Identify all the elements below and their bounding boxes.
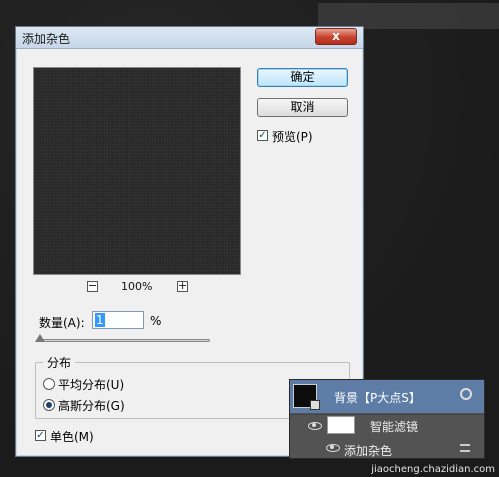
uniform-label: 平均分布(U) [58, 378, 125, 392]
layer-name: 背景【P大点S】 [334, 391, 421, 405]
uniform-radio[interactable] [43, 378, 55, 390]
zoom-in-button[interactable]: + [177, 280, 188, 292]
close-button[interactable]: x [315, 28, 357, 45]
amount-slider-thumb[interactable] [35, 334, 45, 342]
blend-options-icon[interactable] [460, 444, 470, 452]
zoom-level: 100% [121, 280, 153, 293]
amount-value: 1 [95, 313, 105, 327]
amount-slider-track[interactable] [40, 339, 210, 342]
preview-label: 预览(P) [272, 130, 313, 144]
eye-icon[interactable] [308, 422, 322, 430]
monochromatic-label: 单色(M) [50, 430, 94, 444]
distribution-title: 分布 [43, 354, 76, 371]
preview-checkbox[interactable]: ✓ [257, 130, 268, 141]
smart-filter-link-icon[interactable] [460, 388, 472, 400]
site-watermark: jiaocheng.chazidian.com [371, 464, 495, 475]
gaussian-label: 高斯分布(G) [58, 399, 125, 413]
layer-row-background[interactable]: 背景【P大点S】 [290, 380, 484, 413]
filter-item-label[interactable]: 添加杂色 [344, 442, 392, 459]
smart-filter-label: 智能滤镜 [370, 420, 419, 434]
amount-unit: % [150, 314, 162, 328]
layers-panel: 背景【P大点S】 智能滤镜 添加杂色 [289, 379, 485, 459]
smart-object-icon [310, 400, 320, 410]
dialog-title: 添加杂色 [22, 32, 71, 46]
filter-mask-thumbnail[interactable] [327, 416, 355, 434]
eye-icon[interactable] [326, 444, 340, 452]
amount-input[interactable]: 1 [92, 311, 144, 329]
preview-pane[interactable] [33, 67, 241, 275]
zoom-out-button[interactable]: − [87, 280, 98, 292]
amount-label: 数量(A): [39, 316, 85, 330]
title-bar[interactable]: 添加杂色 x [16, 27, 363, 49]
ok-button[interactable]: 确定 [257, 68, 348, 87]
monochromatic-checkbox[interactable]: ✓ [35, 430, 46, 441]
cancel-button[interactable]: 取消 [257, 98, 348, 117]
gaussian-radio[interactable] [43, 399, 55, 411]
